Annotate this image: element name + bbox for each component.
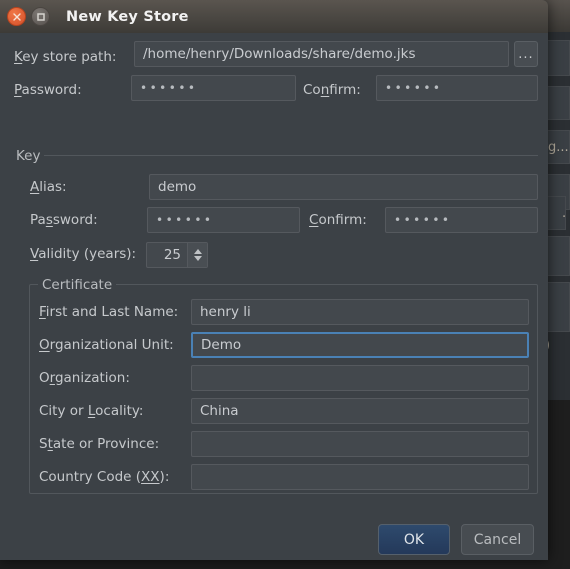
validity-spinner-value[interactable]: 25	[147, 243, 187, 267]
cert-city-locality-label: City or Locality:	[39, 403, 144, 419]
key-alias-input[interactable]: demo	[149, 174, 538, 200]
validity-spinner[interactable]: 25	[146, 242, 208, 268]
cert-organizational-unit-label: Organizational Unit:	[39, 337, 174, 353]
browse-button[interactable]: ...	[514, 41, 538, 67]
mnemonic-letter: A	[30, 179, 40, 195]
dialog-body: Key store path: /home/henry/Downloads/sh…	[0, 33, 548, 560]
close-glyph	[12, 12, 21, 21]
cert-country-code-label-post: ):	[159, 469, 170, 485]
key-store-confirm-label-pre: Co	[303, 82, 321, 98]
cert-first-last-name-label-rest: irst and Last Name:	[45, 304, 179, 320]
key-store-path-label: Key store path:	[14, 49, 117, 65]
maximize-glyph	[36, 12, 45, 21]
key-alias-label: Alias:	[30, 179, 67, 195]
cert-city-locality-input[interactable]: China	[191, 398, 529, 424]
background-label-fragment: g...	[548, 140, 569, 155]
mnemonic-letter: V	[30, 246, 39, 262]
mnemonic-letter: F	[39, 304, 46, 320]
key-store-password-label-rest: assword:	[21, 82, 82, 98]
key-store-password-label: Password:	[14, 82, 82, 98]
cert-organizational-unit-input[interactable]: Demo	[191, 332, 529, 358]
cert-first-last-name-label: First and Last Name:	[39, 304, 179, 320]
cancel-button[interactable]: Cancel	[461, 524, 534, 555]
cert-organizational-unit-label-rest: rganizational Unit:	[49, 337, 174, 353]
dialog-titlebar[interactable]: New Key Store	[0, 0, 548, 33]
key-store-confirm-label: Confirm:	[303, 82, 361, 98]
key-confirm-label-rest: onfirm:	[318, 212, 367, 228]
key-store-password-input[interactable]: ••••••	[131, 75, 296, 101]
key-password-input[interactable]: ••••••	[147, 207, 300, 233]
mnemonic-letter: P	[14, 82, 22, 98]
close-icon[interactable]	[7, 7, 26, 26]
ok-button[interactable]: OK	[378, 524, 450, 555]
cert-state-province-input[interactable]	[191, 431, 529, 457]
cert-organization-label-post: ganization:	[54, 370, 130, 386]
key-store-path-input[interactable]: /home/henry/Downloads/share/demo.jks	[134, 41, 509, 67]
cert-first-last-name-input[interactable]: henry li	[191, 299, 529, 325]
cert-state-province-label: State or Province:	[39, 436, 160, 452]
key-password-label-pre: Pa	[30, 212, 46, 228]
key-store-confirm-label-post: firm:	[329, 82, 361, 98]
cert-state-province-label-post: ate or Province:	[52, 436, 160, 452]
maximize-icon[interactable]	[31, 7, 50, 26]
key-confirm-input[interactable]: ••••••	[385, 207, 538, 233]
validity-label: Validity (years):	[30, 246, 137, 262]
cert-city-locality-label-pre: City or	[39, 403, 88, 419]
key-password-label-post: sword:	[52, 212, 98, 228]
mnemonic-letter: O	[39, 337, 50, 353]
key-group-separator	[44, 155, 538, 156]
key-confirm-label: Confirm:	[309, 212, 367, 228]
mnemonic-letter: n	[320, 82, 330, 98]
cert-country-code-input[interactable]	[191, 464, 529, 490]
key-password-label: Password:	[30, 212, 98, 228]
validity-spinner-arrows[interactable]	[187, 243, 207, 267]
mnemonic-letter: XX	[141, 469, 160, 485]
key-alias-label-rest: lias:	[39, 179, 67, 195]
cert-state-province-label-pre: S	[39, 436, 48, 452]
validity-label-rest: alidity (years):	[38, 246, 137, 262]
certificate-group-title: Certificate	[38, 277, 117, 293]
background-button-fragment: ·	[562, 210, 567, 225]
cert-city-locality-label-post: ocality:	[95, 403, 144, 419]
key-store-path-label-rest: ey store path:	[22, 49, 117, 65]
key-store-confirm-input[interactable]: ••••••	[376, 75, 538, 101]
cert-country-code-label: Country Code (XX):	[39, 469, 170, 485]
cert-organization-label-pre: O	[39, 370, 50, 386]
spinner-up-icon[interactable]	[193, 249, 202, 254]
mnemonic-letter: K	[14, 49, 23, 65]
new-key-store-dialog: New Key Store Key store path: /home/henr…	[0, 0, 548, 560]
cert-organization-input[interactable]	[191, 365, 529, 391]
spinner-down-icon[interactable]	[193, 256, 202, 261]
key-group-title: Key	[12, 148, 45, 164]
cert-organization-label: Organization:	[39, 370, 130, 386]
cert-country-code-label-pre: Country Code (	[39, 469, 142, 485]
dialog-title: New Key Store	[66, 8, 189, 25]
mnemonic-letter: s	[45, 212, 53, 228]
